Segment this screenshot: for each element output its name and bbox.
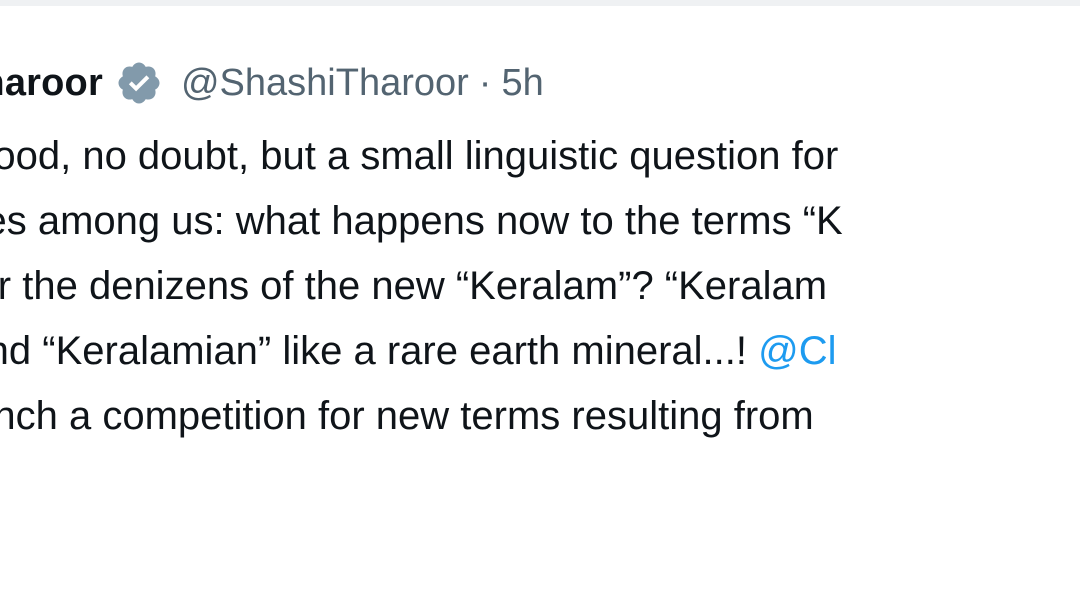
tweet-text-line-2: ones among us: what happens now to the t… bbox=[0, 199, 843, 243]
tweet-text-line-3: ” for the denizens of the new “Keralam”?… bbox=[0, 264, 828, 308]
timestamp[interactable]: 5h bbox=[501, 62, 543, 105]
tweet-text-line-1: s good, no doubt, but a small linguistic… bbox=[0, 134, 839, 178]
author-handle[interactable]: @ShashiTharoor bbox=[181, 62, 469, 105]
tweet-card[interactable]: Tharoor @ShashiTharoor · 5h s good, no d… bbox=[0, 0, 1080, 607]
verified-badge-icon bbox=[115, 59, 163, 107]
tweet-text: s good, no doubt, but a small linguistic… bbox=[0, 124, 1080, 449]
tweet-text-line-4-text: ” and “Keralamian” like a rare earth min… bbox=[0, 329, 759, 373]
tweet-text-line-4: ” and “Keralamian” like a rare earth min… bbox=[0, 319, 1080, 384]
mention-link[interactable]: @Cl bbox=[758, 329, 836, 373]
tweet-header: Tharoor @ShashiTharoor · 5h bbox=[0, 55, 544, 111]
author-name[interactable]: Tharoor bbox=[0, 62, 103, 105]
tweet-text-line-5: launch a competition for new terms resul… bbox=[0, 394, 814, 438]
separator-dot: · bbox=[478, 61, 492, 104]
